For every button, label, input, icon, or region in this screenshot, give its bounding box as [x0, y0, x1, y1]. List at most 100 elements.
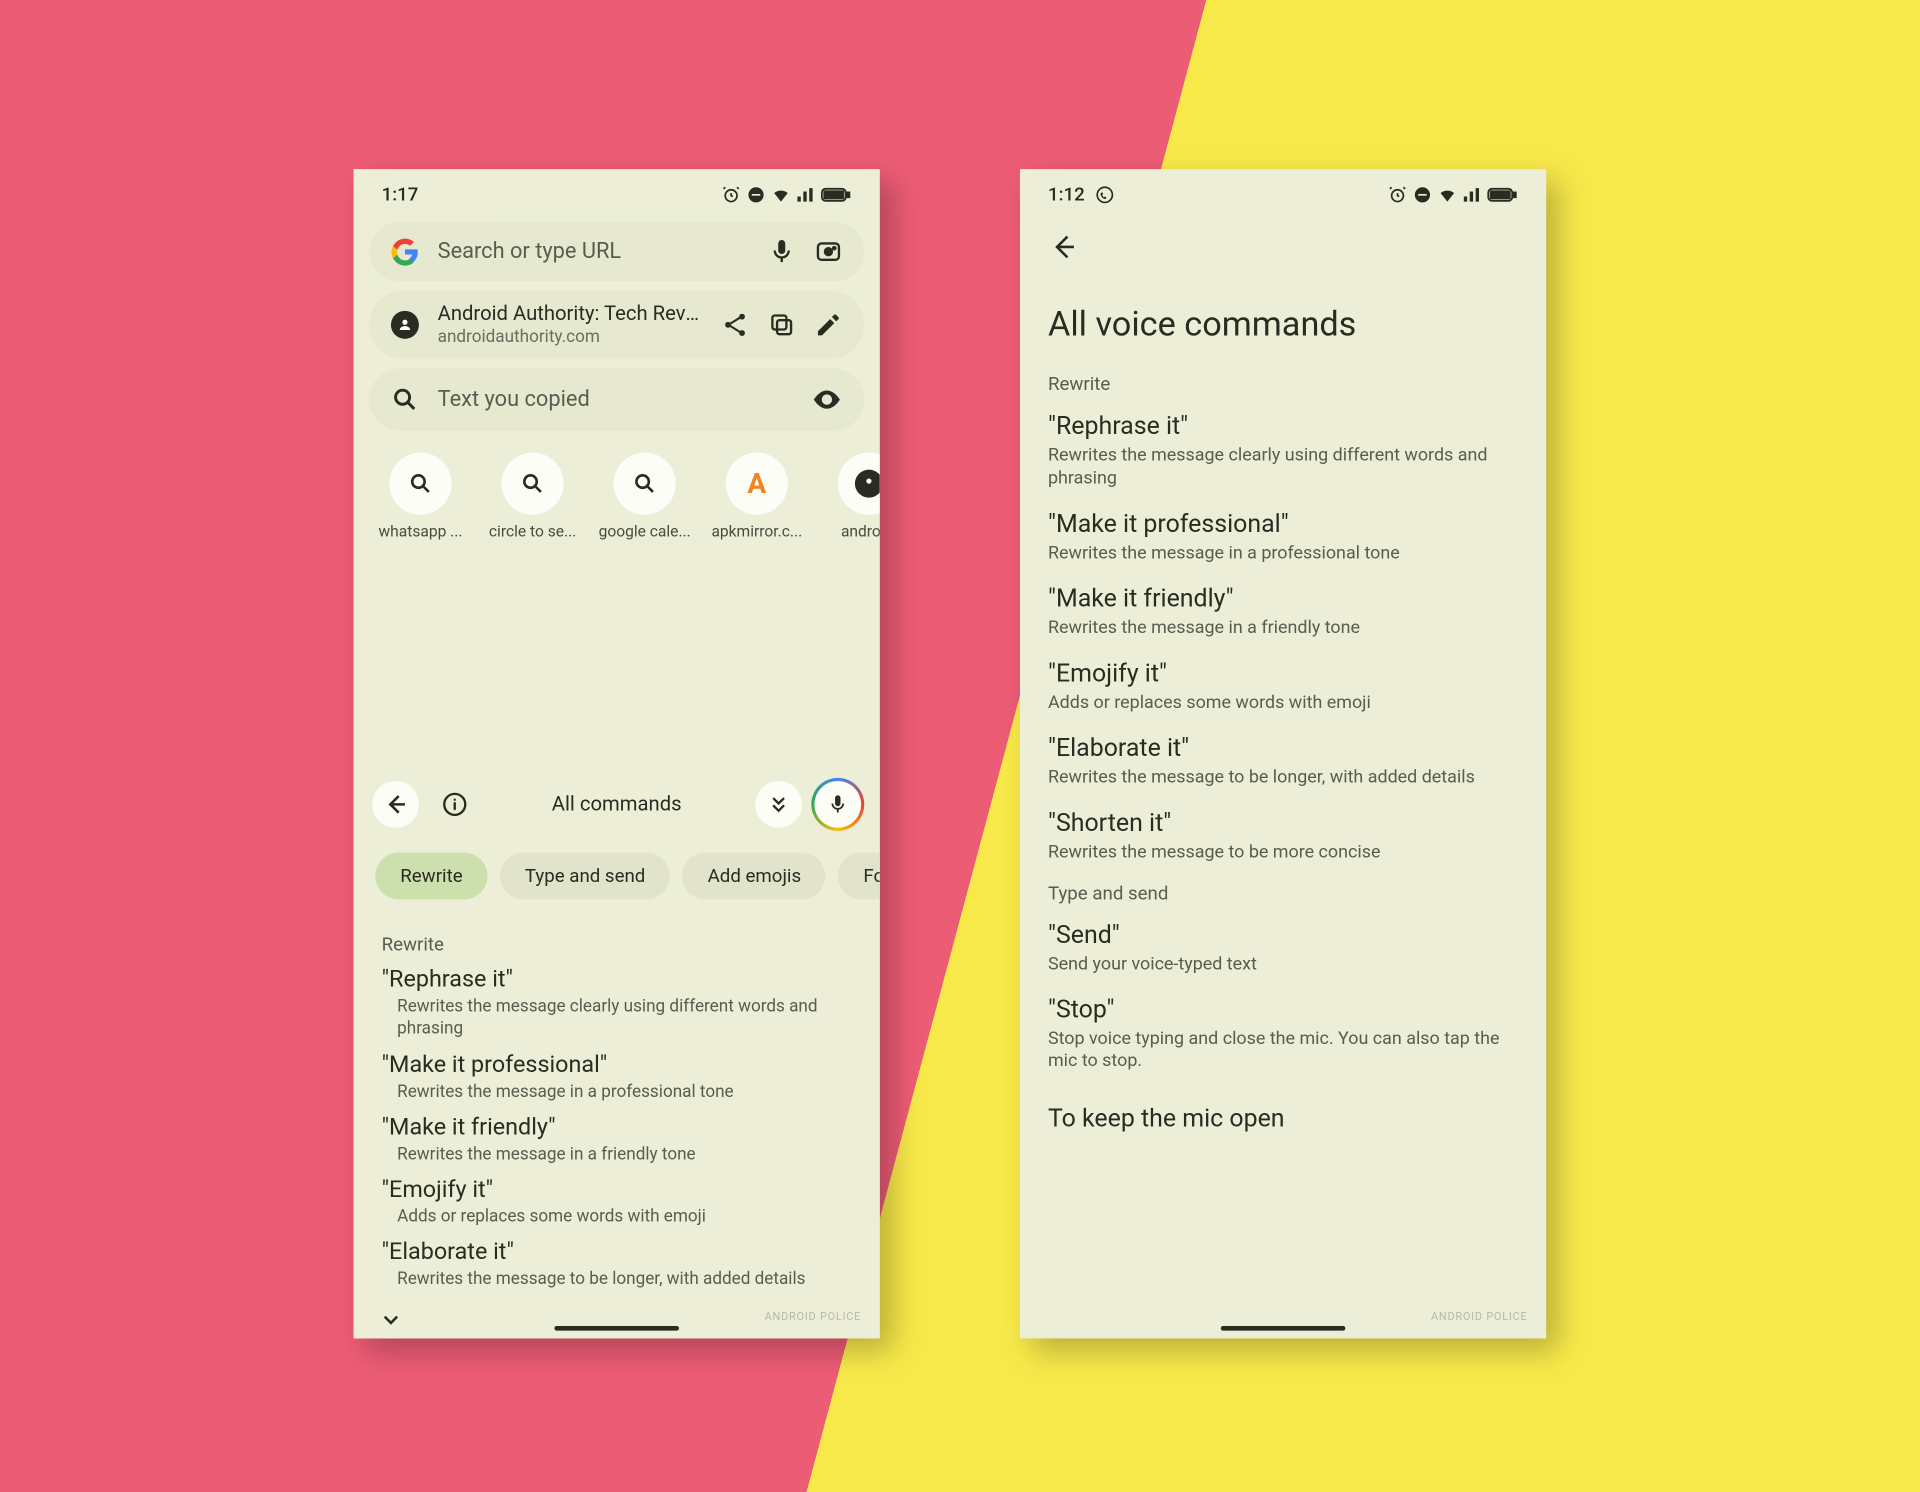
section-label: Rewrite [1048, 373, 1518, 395]
clipboard-row[interactable]: Text you copied [369, 368, 864, 430]
mic-icon [827, 793, 849, 815]
nav-handle[interactable] [1221, 1326, 1346, 1331]
command-title: "Make it professional" [382, 1050, 852, 1078]
search-icon [614, 453, 676, 515]
site-title: Android Authority: Tech Revie... [438, 303, 703, 326]
command-desc: Rewrites the message in a friendly tone [397, 1144, 852, 1166]
shortcut-label: apkmirror.c... [711, 524, 802, 541]
command-desc: Rewrites the message clearly using diffe… [1048, 443, 1518, 490]
command-desc: Adds or replaces some words with emoji [397, 1206, 852, 1228]
footer-text: To keep the mic open [1020, 1091, 1546, 1133]
status-icons [1387, 184, 1518, 204]
command-item: "Rephrase it" Rewrites the message clear… [382, 965, 852, 1041]
command-title: "Elaborate it" [382, 1238, 852, 1266]
alarm-icon [721, 184, 741, 204]
chip-add-emojis[interactable]: Add emojis [683, 853, 826, 900]
command-item: "Make it professional" Rewrites the mess… [382, 1050, 852, 1103]
status-time: 1:17 [382, 183, 419, 205]
status-bar: 1:17 [354, 169, 880, 213]
eye-icon[interactable] [811, 384, 842, 415]
section-label: Type and send [1048, 882, 1518, 904]
command-item: "Make it professional" Rewrites the mess… [1048, 508, 1518, 564]
lens-icon[interactable] [814, 238, 842, 266]
command-title: "Send" [1048, 919, 1518, 949]
site-url: androidauthority.com [438, 326, 703, 346]
search-icon [391, 386, 419, 414]
back-button[interactable] [372, 781, 419, 828]
copy-icon[interactable] [768, 311, 796, 339]
shortcut-item[interactable]: androi... [818, 453, 880, 542]
wifi-icon [1437, 184, 1457, 204]
site-favicon [391, 311, 419, 339]
status-time: 1:12 [1048, 183, 1085, 205]
command-title: "Make it professional" [1048, 508, 1518, 538]
shortcut-label: google cale... [599, 524, 691, 541]
command-title: "Make it friendly" [1048, 583, 1518, 613]
command-item: "Rephrase it" Rewrites the message clear… [1048, 410, 1518, 489]
search-bar[interactable]: Search or type URL [369, 222, 864, 281]
chevron-down-icon [378, 1307, 403, 1332]
command-item: "Emojify it" Adds or replaces some words… [382, 1175, 852, 1228]
battery-icon [1487, 184, 1518, 204]
chip-type-and-send[interactable]: Type and send [500, 853, 670, 900]
chip-more[interactable]: Fo [839, 853, 880, 900]
command-item: "Elaborate it" Rewrites the message to b… [1048, 732, 1518, 788]
command-item: "Shorten it" Rewrites the message to be … [1048, 807, 1518, 863]
status-bar: 1:12 [1020, 169, 1546, 213]
commands-list[interactable]: Rewrite "Rephrase it" Rewrites the messa… [354, 915, 880, 1304]
content-wrap: 1:17 Search or type URL Android Authorit… [0, 23, 1920, 1469]
shortcut-item[interactable]: google cale... [593, 453, 696, 542]
commands-title: All commands [491, 793, 743, 816]
shortcut-item[interactable]: circle to se... [481, 453, 584, 542]
voice-mic-button[interactable] [814, 781, 861, 828]
command-desc: Stop voice typing and close the mic. You… [1048, 1026, 1518, 1073]
shortcut-label: whatsapp ... [378, 524, 462, 541]
clipboard-label: Text you copied [438, 387, 793, 412]
command-desc: Rewrites the message in a professional t… [1048, 541, 1518, 564]
shortcut-item[interactable]: A apkmirror.c... [705, 453, 808, 542]
phone-screenshot-left: 1:17 Search or type URL Android Authorit… [354, 169, 880, 1338]
command-item: "Make it friendly" Rewrites the message … [1048, 583, 1518, 639]
search-placeholder: Search or type URL [438, 239, 749, 264]
section-label: Rewrite [382, 934, 852, 956]
collapse-button[interactable] [755, 781, 802, 828]
shortcut-item[interactable]: whatsapp ... [369, 453, 472, 542]
command-chips: Rewrite Type and send Add emojis Fo [354, 837, 880, 915]
back-row [1020, 213, 1546, 288]
share-icon[interactable] [721, 311, 749, 339]
search-icon [389, 453, 451, 515]
phone-screenshot-right: 1:12 All voice commands Rewrite "Rephras… [1020, 169, 1546, 1338]
watermark: ANDROID POLICE [765, 1310, 861, 1322]
nav-handle[interactable] [554, 1326, 679, 1331]
voice-commands-list[interactable]: Rewrite "Rephrase it" Rewrites the messa… [1020, 373, 1546, 1073]
command-item: "Send" Send your voice-typed text [1048, 919, 1518, 975]
commands-panel: All commands Rewrite Type and send Add e… [354, 762, 880, 1338]
command-item: "Stop" Stop voice typing and close the m… [1048, 994, 1518, 1073]
mic-icon[interactable] [768, 238, 796, 266]
command-item: "Make it friendly" Rewrites the message … [382, 1113, 852, 1166]
whatsapp-icon [1094, 184, 1114, 204]
command-desc: Send your voice-typed text [1048, 952, 1518, 975]
info-icon [441, 790, 469, 818]
arrow-left-icon[interactable] [1048, 231, 1079, 262]
shortcut-label: androi... [841, 524, 880, 541]
command-desc: Adds or replaces some words with emoji [1048, 690, 1518, 713]
chip-rewrite[interactable]: Rewrite [375, 853, 487, 900]
command-title: "Shorten it" [1048, 807, 1518, 837]
command-title: "Elaborate it" [1048, 732, 1518, 762]
info-button[interactable] [431, 781, 478, 828]
command-desc: Rewrites the message to be longer, with … [397, 1269, 852, 1291]
signal-icon [1462, 184, 1482, 204]
apkmirror-icon: A [726, 453, 788, 515]
command-desc: Rewrites the message in a friendly tone [1048, 616, 1518, 639]
arrow-left-icon [383, 792, 408, 817]
battery-icon [821, 184, 852, 204]
dnd-icon [1412, 184, 1432, 204]
chevron-down-double-icon [768, 793, 790, 815]
command-title: "Rephrase it" [1048, 410, 1518, 440]
command-desc: Rewrites the message in a professional t… [397, 1081, 852, 1103]
edit-icon[interactable] [814, 311, 842, 339]
recent-site[interactable]: Android Authority: Tech Revie... android… [369, 291, 864, 360]
shortcuts-row: whatsapp ... circle to se... google cale… [354, 440, 880, 541]
command-title: "Emojify it" [382, 1175, 852, 1203]
